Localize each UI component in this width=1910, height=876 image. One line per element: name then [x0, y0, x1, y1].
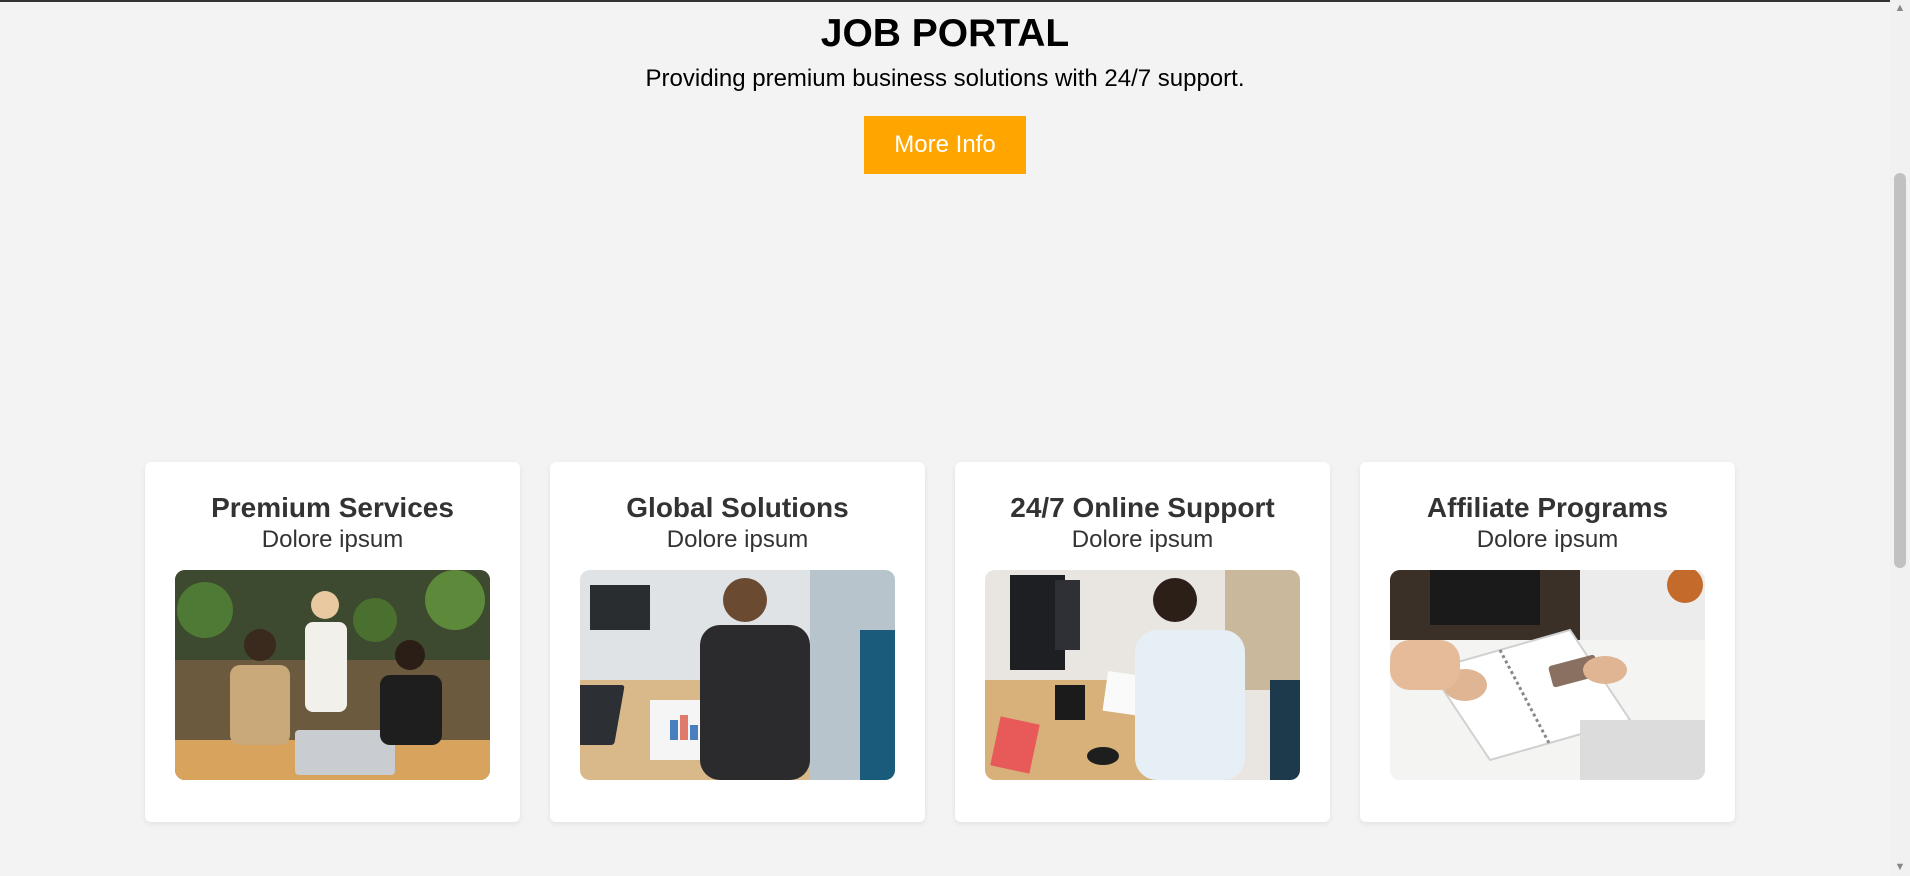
card-premium-services[interactable]: Premium Services Dolore ipsum [145, 462, 520, 822]
office-team-meeting-photo [175, 570, 490, 780]
card-online-support[interactable]: 24/7 Online Support Dolore ipsum [955, 462, 1330, 822]
businessman-reviewing-charts-photo [580, 570, 895, 780]
card-title: 24/7 Online Support [1010, 492, 1275, 523]
card-subtitle: Dolore ipsum [261, 526, 404, 553]
card-title: Global Solutions [626, 492, 849, 523]
vertical-scrollbar[interactable]: ▲ ▼ [1890, 0, 1910, 876]
card-affiliate-programs[interactable]: Affiliate Programs Dolore ipsum [1360, 462, 1735, 822]
card-title: Premium Services [211, 492, 454, 523]
card-global-solutions[interactable]: Global Solutions Dolore ipsum [550, 462, 925, 822]
card-title: Affiliate Programs [1426, 492, 1669, 523]
card-subtitle: Dolore ipsum [1476, 526, 1619, 553]
page-title: JOB PORTAL [820, 12, 1070, 55]
hero-section: JOB PORTAL Providing premium business so… [0, 0, 1890, 174]
card-subtitle: Dolore ipsum [1071, 526, 1214, 553]
man-writing-at-desk-photo [985, 570, 1300, 780]
card-subtitle: Dolore ipsum [666, 526, 809, 553]
scrollbar-thumb[interactable] [1894, 173, 1906, 568]
more-info-button[interactable]: More Info [864, 116, 1026, 174]
scroll-up-arrow-icon[interactable]: ▲ [1890, 0, 1910, 17]
scroll-down-arrow-icon[interactable]: ▼ [1890, 859, 1910, 876]
feature-cards: Premium Services Dolore ipsum Global Sol… [145, 462, 1735, 822]
hands-notebook-phone-photo [1390, 570, 1705, 780]
page-subtitle: Providing premium business solutions wit… [645, 65, 1245, 92]
